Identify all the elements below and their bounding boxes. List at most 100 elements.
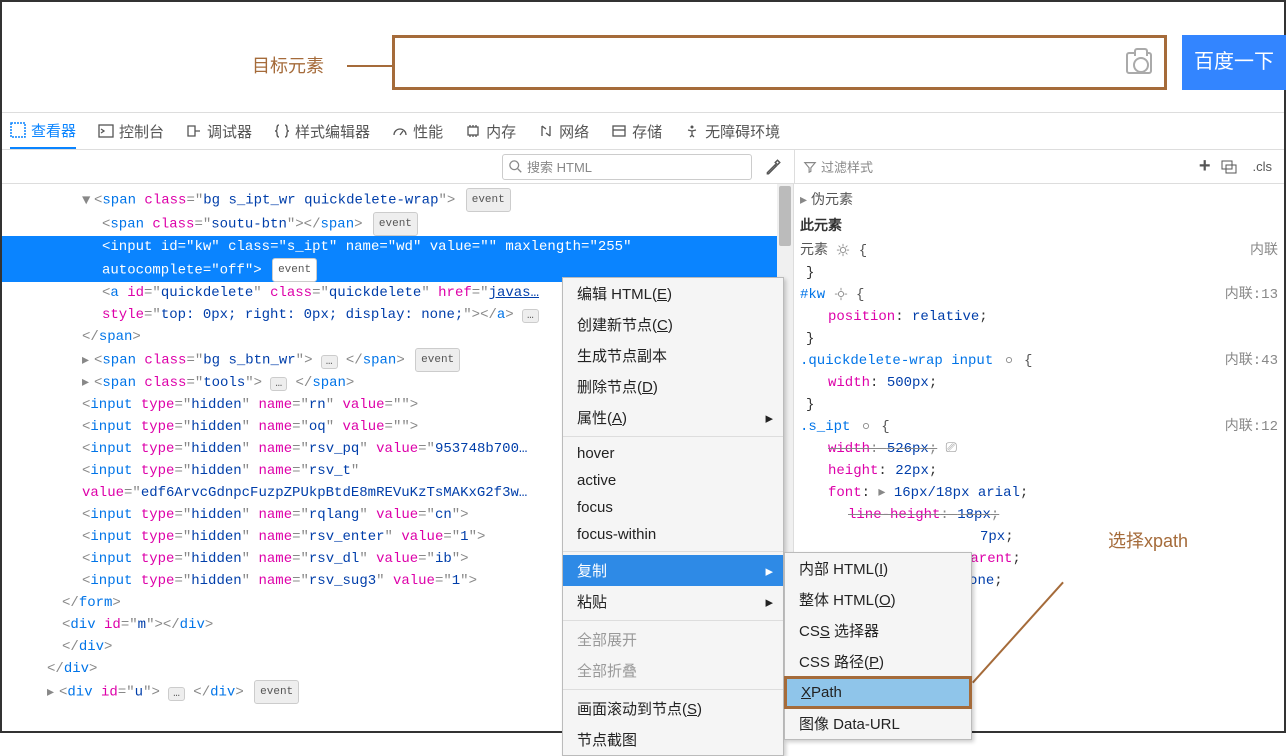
ellipsis-badge[interactable]: … xyxy=(522,309,539,323)
ctx-create-node[interactable]: 创建新节点(C) xyxy=(563,309,783,340)
search-html-placeholder: 搜索 HTML xyxy=(527,157,592,176)
event-badge[interactable]: event xyxy=(373,212,418,236)
ctx-focus[interactable]: focus xyxy=(563,494,783,521)
event-badge[interactable]: event xyxy=(466,188,511,212)
sub-image-dataurl[interactable]: 图像 Data-URL xyxy=(785,708,971,739)
ctx-edit-html[interactable]: 编辑 HTML(E) xyxy=(563,278,783,309)
tab-label: 控制台 xyxy=(119,121,164,142)
copy-submenu: 内部 HTML(I) 整体 HTML(O) CSS 选择器 CSS 路径(P) … xyxy=(784,552,972,740)
dom-node-selected[interactable]: <input id="kw" class="s_ipt" name="wd" v… xyxy=(2,236,793,258)
gauge-icon xyxy=(392,123,408,139)
toggle-state-button[interactable] xyxy=(1219,158,1241,176)
css-declaration[interactable]: width: 500px; xyxy=(800,372,1278,394)
dom-node[interactable]: ▼<span class="bg s_ipt_wr quickdelete-wr… xyxy=(2,188,793,212)
filter-styles-input[interactable]: 过滤样式 xyxy=(803,157,1191,176)
console-icon xyxy=(98,123,114,139)
ctx-active[interactable]: active xyxy=(563,467,783,494)
context-menu: 编辑 HTML(E) 创建新节点(C) 生成节点副本 删除节点(D) 属性(A)… xyxy=(562,277,784,756)
tab-label: 样式编辑器 xyxy=(295,121,370,142)
camera-icon[interactable] xyxy=(1126,52,1152,74)
menu-separator xyxy=(563,689,783,690)
ctx-node-screenshot[interactable]: 节点截图 xyxy=(563,724,783,755)
target-element-label: 目标元素 xyxy=(252,52,324,78)
event-badge[interactable]: event xyxy=(254,680,299,704)
tab-label: 查看器 xyxy=(31,120,76,141)
ctx-scroll-into-view[interactable]: 画面滚动到节点(S) xyxy=(563,693,783,724)
css-declaration[interactable]: height: 22px; xyxy=(800,460,1278,482)
tab-storage[interactable]: 存储 xyxy=(611,113,662,149)
tab-console[interactable]: 控制台 xyxy=(98,113,164,149)
devtools-tabs: 查看器 控制台 调试器 样式编辑器 性能 内存 网络 存储 无障碍环境 xyxy=(2,112,1284,150)
ctx-paste[interactable]: 粘贴▸ xyxy=(563,586,783,617)
ctx-delete-node[interactable]: 删除节点(D) xyxy=(563,371,783,402)
dom-node[interactable]: <span class="soutu-btn"></span> event xyxy=(2,212,793,236)
tab-network[interactable]: 网络 xyxy=(538,113,589,149)
sub-inner-html[interactable]: 内部 HTML(I) xyxy=(785,553,971,584)
inspector-icon xyxy=(10,122,26,138)
gear-icon xyxy=(1002,353,1016,367)
this-element-label: 此元素 xyxy=(800,214,1278,240)
ctx-duplicate[interactable]: 生成节点副本 xyxy=(563,340,783,371)
devtools-toolbar: 搜索 HTML 过滤样式 + .cls xyxy=(2,150,1284,184)
ctx-focus-within[interactable]: focus-within xyxy=(563,521,783,548)
tab-inspector[interactable]: 查看器 xyxy=(10,113,76,149)
tab-performance[interactable]: 性能 xyxy=(392,113,443,149)
ctx-hover[interactable]: hover xyxy=(563,440,783,467)
debugger-icon xyxy=(186,123,202,139)
menu-separator xyxy=(563,436,783,437)
css-declaration[interactable]: line-height: 18px; xyxy=(800,504,1278,526)
network-icon xyxy=(538,123,554,139)
tab-accessibility[interactable]: 无障碍环境 xyxy=(684,113,780,149)
tab-label: 网络 xyxy=(559,121,589,142)
css-rule[interactable]: .s_ipt { 内联:12 xyxy=(800,416,1278,438)
pseudo-accordion[interactable]: ▸伪元素 xyxy=(800,188,1278,214)
cls-button[interactable]: .cls xyxy=(1249,157,1277,176)
eyedropper-button[interactable] xyxy=(760,154,786,180)
scroll-thumb[interactable] xyxy=(779,186,791,246)
tab-label: 无障碍环境 xyxy=(705,121,780,142)
tab-label: 存储 xyxy=(632,121,662,142)
annotation-line xyxy=(347,65,392,67)
add-rule-button[interactable]: + xyxy=(1199,155,1211,178)
memory-icon xyxy=(465,123,481,139)
ctx-expand-all[interactable]: 全部展开 xyxy=(563,624,783,655)
chevron-right-icon: ▸ xyxy=(765,562,773,580)
ctx-attributes[interactable]: 属性(A)▸ xyxy=(563,402,783,433)
ctx-copy[interactable]: 复制▸ xyxy=(563,555,783,586)
sub-css-path[interactable]: CSS 路径(P) xyxy=(785,646,971,677)
sub-outer-html[interactable]: 整体 HTML(O) xyxy=(785,584,971,615)
search-button[interactable]: 百度一下 xyxy=(1182,35,1286,90)
search-html-input[interactable]: 搜索 HTML xyxy=(502,154,752,180)
gear-icon xyxy=(859,419,873,433)
menu-separator xyxy=(563,551,783,552)
css-declaration[interactable]: font: ▸ 16px/18px arial; xyxy=(800,482,1278,504)
sub-css-selector[interactable]: CSS 选择器 xyxy=(785,615,971,646)
css-rule[interactable]: 元素 { 内联 xyxy=(800,240,1278,262)
css-declaration[interactable]: position: relative; xyxy=(800,306,1278,328)
chevron-right-icon: ▸ xyxy=(765,409,773,427)
sub-xpath[interactable]: XPath xyxy=(784,676,972,709)
filter-styles-placeholder: 过滤样式 xyxy=(821,157,873,176)
tab-debugger[interactable]: 调试器 xyxy=(186,113,252,149)
tab-memory[interactable]: 内存 xyxy=(465,113,516,149)
css-rule[interactable]: .quickdelete-wrap input { 内联:43 xyxy=(800,350,1278,372)
funnel-icon xyxy=(803,160,817,174)
search-icon xyxy=(509,160,523,174)
ctx-collapse-all[interactable]: 全部折叠 xyxy=(563,655,783,686)
css-value-fragment: 7px; xyxy=(800,526,1278,548)
storage-icon xyxy=(611,123,627,139)
chevron-right-icon: ▸ xyxy=(765,593,773,611)
search-input-highlight[interactable] xyxy=(392,35,1167,90)
accessibility-icon xyxy=(684,123,700,139)
gear-icon xyxy=(834,287,848,301)
event-badge[interactable]: event xyxy=(415,348,460,372)
tab-label: 内存 xyxy=(486,121,516,142)
funnel-icon: ⎚ xyxy=(946,441,957,457)
css-rule[interactable]: #kw { 内联:13 xyxy=(800,284,1278,306)
xpath-annotation-label: 选择xpath xyxy=(1108,527,1188,553)
gear-icon xyxy=(836,243,850,257)
tab-label: 调试器 xyxy=(207,121,252,142)
tab-style-editor[interactable]: 样式编辑器 xyxy=(274,113,370,149)
css-declaration[interactable]: width: 526px; ⎚ xyxy=(800,438,1278,460)
event-badge[interactable]: event xyxy=(272,258,317,282)
